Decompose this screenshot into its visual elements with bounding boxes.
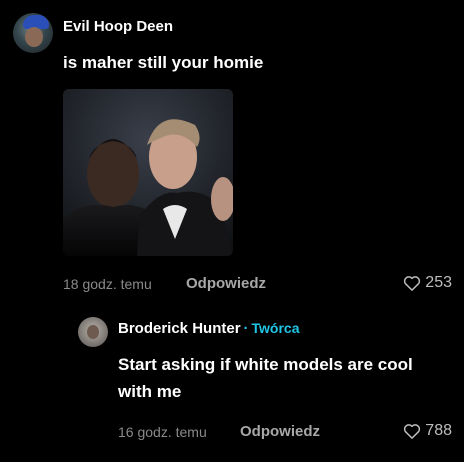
heart-icon	[403, 423, 421, 439]
separator-dot: ·	[243, 320, 249, 337]
avatar-face	[25, 27, 43, 47]
comment-photo[interactable]	[63, 89, 233, 256]
comment-like-count: 253	[425, 274, 452, 291]
reply-like-button[interactable]: 788	[403, 422, 452, 440]
comment-reply-button[interactable]: Odpowiedz	[186, 275, 266, 292]
reply-like-count: 788	[425, 422, 452, 439]
comment-timestamp: 18 godz. temu	[63, 276, 152, 292]
comment-author[interactable]: Evil Hoop Deen	[63, 18, 173, 35]
reply-author[interactable]: Broderick Hunter	[118, 320, 241, 337]
photo-image	[63, 89, 233, 256]
reply-text: Start asking if white models are cool wi…	[118, 355, 413, 401]
heart-icon	[403, 275, 421, 291]
reply-author-avatar[interactable]	[78, 317, 108, 347]
comment-text: is maher still your homie	[63, 53, 264, 72]
commenter-avatar[interactable]	[13, 13, 53, 53]
reply-author-line: Broderick Hunter · Twórca	[118, 320, 300, 337]
reply-timestamp: 16 godz. temu	[118, 424, 207, 440]
comment-like-button[interactable]: 253	[403, 274, 452, 292]
avatar-face	[87, 325, 99, 339]
creator-badge: Twórca	[251, 320, 300, 336]
reply-reply-button[interactable]: Odpowiedz	[240, 423, 320, 440]
